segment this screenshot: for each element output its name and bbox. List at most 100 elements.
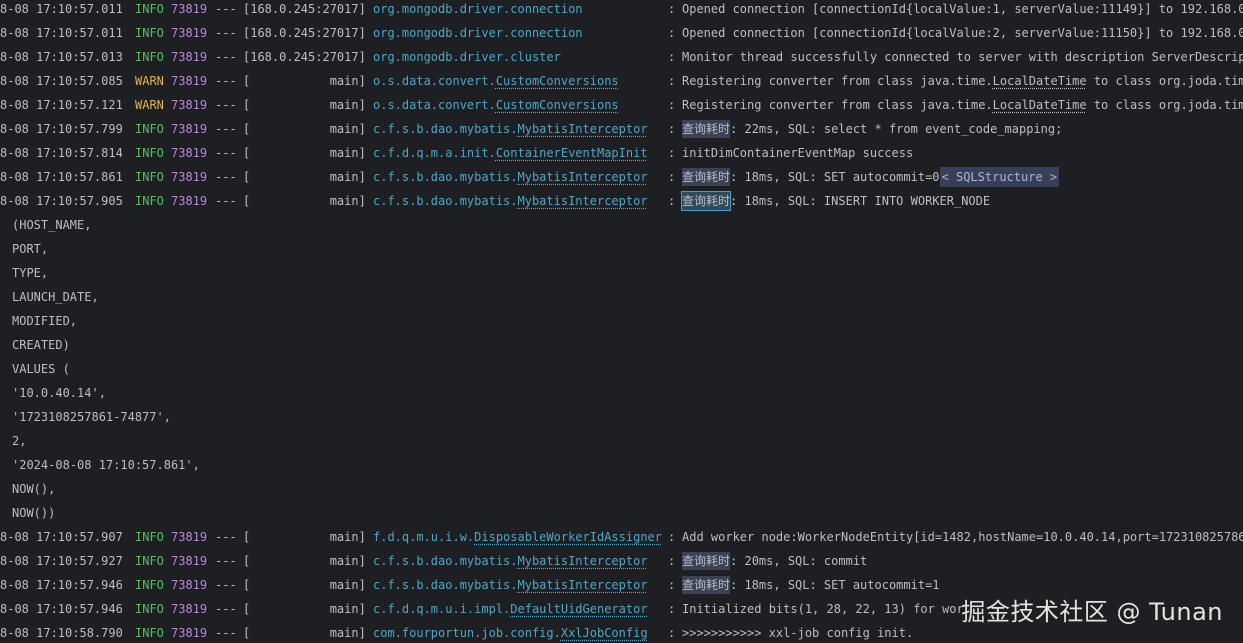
log-timestamp: 8-08 17:10:57.011: [0, 26, 123, 40]
log-separator: ---: [215, 74, 237, 88]
log-thread: [168.0.245:27017]: [243, 50, 366, 64]
sql-fragment: '2024-08-08 17:10:57.861',: [12, 458, 200, 472]
log-level: INFO: [135, 26, 164, 40]
logger-class-link[interactable]: MybatisInterceptor: [518, 122, 648, 136]
log-timestamp: 8-08 17:10:57.946: [0, 578, 123, 592]
log-pid: 73819: [171, 146, 208, 160]
log-continuation-line: '10.0.40.14',: [0, 381, 1243, 405]
watermark: 掘金技术社区 @ Tunan: [961, 598, 1223, 626]
log-thread: [ main]: [243, 554, 366, 568]
sql-fragment: NOW(),: [12, 482, 56, 496]
log-colon: :: [668, 554, 676, 568]
log-thread: [ main]: [243, 626, 366, 640]
log-line: 8-08 17:10:57.085 WARN 73819 --- [ main] o.s.…: [0, 69, 1243, 93]
log-pid: 73819: [171, 170, 208, 184]
log-logger: f.d.q.m.u.i.w.DisposableWorkerIdAssigner: [373, 530, 662, 544]
log-thread: [ main]: [243, 602, 366, 616]
logger-class-link[interactable]: CustomConversions: [496, 98, 619, 112]
log-colon: :: [668, 2, 676, 16]
logger-class-link[interactable]: XxlJobConfig: [561, 626, 648, 640]
sql-fragment: '1723108257861-74877',: [12, 410, 171, 424]
log-timestamp: 8-08 17:10:57.085: [0, 74, 123, 88]
logger-class-link[interactable]: MybatisInterceptor: [518, 194, 648, 208]
log-level: INFO: [135, 146, 164, 160]
log-continuation-line: MODIFIED,: [0, 309, 1243, 333]
logger-class-link[interactable]: DefaultUidGenerator: [510, 602, 647, 616]
log-continuation-line: 2,: [0, 429, 1243, 453]
logger-class-link[interactable]: CustomConversions: [496, 74, 619, 88]
log-message: initDimContainerEventMap success: [682, 146, 914, 160]
log-separator: ---: [215, 194, 237, 208]
highlighted-term: 查询耗时: [682, 168, 731, 186]
sql-fragment: 2,: [12, 434, 27, 448]
log-thread: [ main]: [243, 578, 366, 592]
log-level: INFO: [135, 2, 164, 16]
log-message: >>>>>>>>>>> xxl-job config init.: [682, 626, 914, 640]
sql-fragment: CREATED): [12, 338, 70, 352]
log-message: 查询耗时: 18ms, SQL: INSERT INTO WORKER_NODE: [680, 191, 991, 211]
type-link[interactable]: LocalDateTime: [993, 74, 1087, 88]
log-colon: :: [668, 50, 676, 64]
log-line: 8-08 17:10:57.013 INFO 73819 --- [168.0.245:…: [0, 45, 1243, 69]
log-thread: [168.0.245:27017]: [243, 26, 366, 40]
logger-class-link[interactable]: ContainerEventMapInit: [496, 146, 648, 160]
console-output[interactable]: 8-08 17:10:57.011 INFO 73819 --- [168.0.245:…: [0, 0, 1243, 643]
type-link[interactable]: LocalDateTime: [993, 98, 1087, 112]
log-level: INFO: [135, 50, 164, 64]
log-colon: :: [668, 26, 676, 40]
log-level: WARN: [135, 98, 164, 112]
logger-class-link[interactable]: MybatisInterceptor: [518, 578, 648, 592]
log-colon: :: [668, 194, 676, 208]
log-timestamp: 8-08 17:10:57.905: [0, 194, 123, 208]
log-colon: :: [668, 626, 676, 640]
log-continuation-line: PORT,: [0, 237, 1243, 261]
log-pid: 73819: [171, 122, 208, 136]
log-line: 8-08 17:10:57.799 INFO 73819 --- [ main] c.f.…: [0, 117, 1243, 141]
log-message: 查询耗时: 22ms, SQL: select * from event_cod…: [682, 120, 1063, 138]
log-separator: ---: [215, 626, 237, 640]
log-line: 8-08 17:10:57.907 INFO 73819 --- [ main] f.d.…: [0, 525, 1243, 549]
log-logger: o.s.data.convert.CustomConversions: [373, 98, 619, 112]
log-level: INFO: [135, 602, 164, 616]
sql-fragment: (HOST_NAME,: [12, 218, 92, 232]
log-continuation-line: LAUNCH_DATE,: [0, 285, 1243, 309]
log-pid: 73819: [171, 602, 208, 616]
log-thread: [ main]: [243, 98, 366, 112]
highlighted-term-selected[interactable]: 查询耗时: [680, 191, 732, 211]
sql-structure-tag[interactable]: < SQLStructure >: [939, 167, 1060, 187]
log-pid: 73819: [171, 50, 208, 64]
log-thread: [ main]: [243, 122, 366, 136]
log-message: Opened connection [connectionId{localVal…: [682, 2, 1243, 16]
log-colon: :: [668, 578, 676, 592]
log-level: WARN: [135, 74, 164, 88]
log-continuation-line: '2024-08-08 17:10:57.861',: [0, 453, 1243, 477]
log-level: INFO: [135, 122, 164, 136]
logger-class-link[interactable]: MybatisInterceptor: [518, 170, 648, 184]
logger-class-link[interactable]: DisposableWorkerIdAssigner: [474, 530, 662, 544]
highlighted-term: 查询耗时: [682, 576, 731, 594]
log-timestamp: 8-08 17:10:57.946: [0, 602, 123, 616]
log-separator: ---: [215, 2, 237, 16]
log-message: Opened connection [connectionId{localVal…: [682, 26, 1243, 40]
log-separator: ---: [215, 50, 237, 64]
log-continuation-line: '1723108257861-74877',: [0, 405, 1243, 429]
log-pid: 73819: [171, 554, 208, 568]
log-continuation-line: TYPE,: [0, 261, 1243, 285]
log-logger: c.f.s.b.dao.mybatis.MybatisInterceptor: [373, 122, 648, 136]
log-colon: :: [668, 530, 676, 544]
log-level: INFO: [135, 626, 164, 640]
log-line: 8-08 17:10:57.927 INFO 73819 --- [ main] c.f.…: [0, 549, 1243, 573]
log-colon: :: [668, 74, 676, 88]
log-thread: [ main]: [243, 170, 366, 184]
log-level: INFO: [135, 194, 164, 208]
log-colon: :: [668, 170, 676, 184]
log-separator: ---: [215, 530, 237, 544]
sql-fragment: PORT,: [12, 242, 49, 256]
highlighted-term: 查询耗时: [682, 552, 731, 570]
log-logger: c.f.s.b.dao.mybatis.MybatisInterceptor: [373, 170, 648, 184]
sql-fragment: LAUNCH_DATE,: [12, 290, 99, 304]
logger-class-link[interactable]: MybatisInterceptor: [518, 554, 648, 568]
log-timestamp: 8-08 17:10:57.814: [0, 146, 123, 160]
log-continuation-line: CREATED): [0, 333, 1243, 357]
log-line: 8-08 17:10:57.905 INFO 73819 --- [ main] c.f.…: [0, 189, 1243, 213]
